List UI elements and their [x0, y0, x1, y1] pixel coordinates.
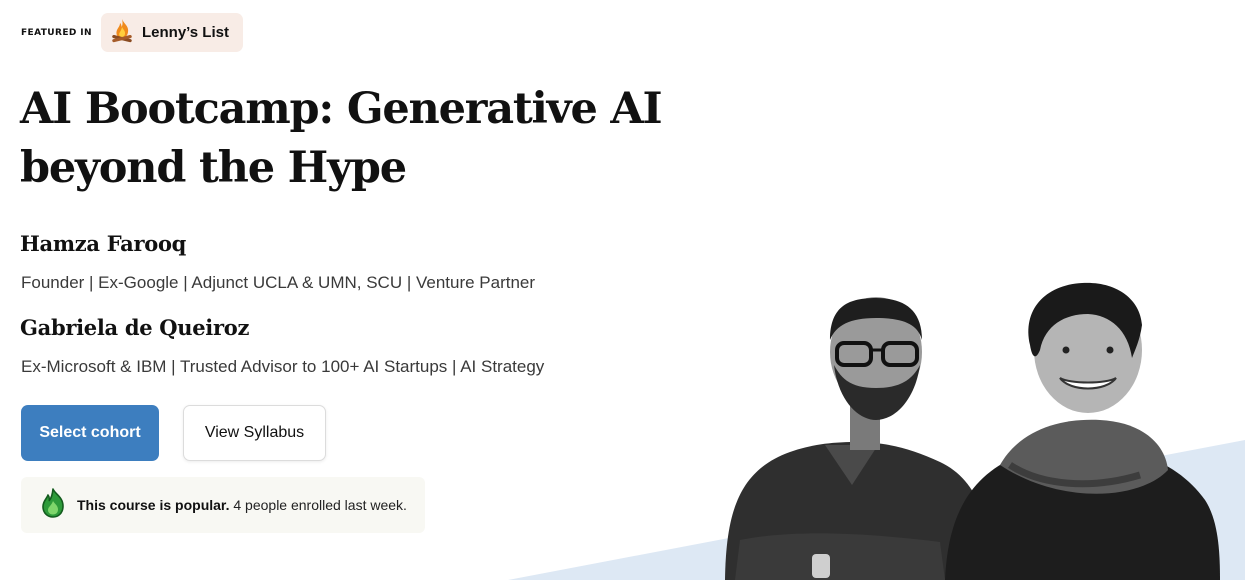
instructor-bio: Founder | Ex-Google | Adjunct UCLA & UMN…	[21, 273, 536, 292]
instructor-photo	[500, 270, 1245, 580]
instructor-name: Gabriela de Queiroz	[20, 315, 250, 340]
select-cohort-button[interactable]: Select cohort	[21, 405, 159, 461]
flame-icon	[38, 487, 77, 523]
campfire-icon	[109, 17, 142, 49]
instructor-bio: Ex-Microsoft & IBM | Trusted Advisor to …	[21, 357, 545, 376]
featured-in: FEATURED IN Lenny’s List	[21, 13, 243, 52]
popularity-detail: 4 people enrolled last week.	[233, 497, 407, 513]
instructor-name: Hamza Farooq	[20, 231, 187, 256]
course-title-line-2: beyond the Hype	[20, 143, 407, 193]
instructor-photo-gabriela	[945, 282, 1220, 580]
course-title-line-1: AI Bootcamp: Generative AI	[20, 84, 663, 134]
course-title: AI Bootcamp: Generative AI beyond the Hy…	[20, 80, 740, 198]
popularity-banner: This course is popular. 4 people enrolle…	[21, 477, 425, 533]
popularity-headline: This course is popular.	[77, 497, 230, 513]
lennys-list-badge[interactable]: Lenny’s List	[100, 13, 243, 52]
view-syllabus-button[interactable]: View Syllabus	[183, 405, 326, 461]
featured-source: Lenny’s List	[141, 24, 229, 41]
featured-label: FEATURED IN	[21, 27, 92, 38]
popularity-text: This course is popular. 4 people enrolle…	[77, 497, 407, 513]
